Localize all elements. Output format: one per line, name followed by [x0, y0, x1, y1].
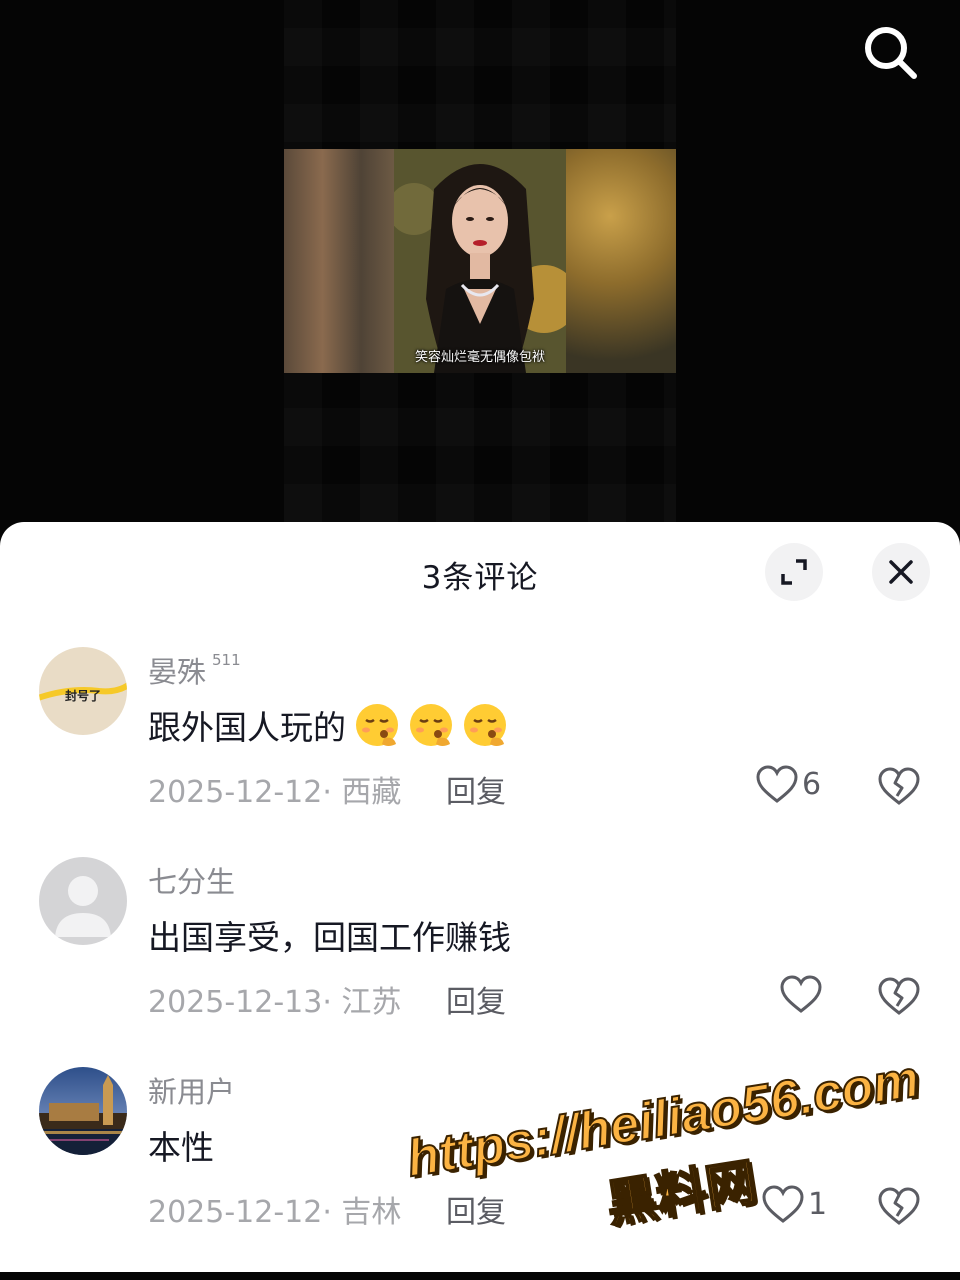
video-blur-left: [284, 149, 394, 373]
comment-text-body: 跟外国人玩的: [148, 708, 346, 747]
comment-username[interactable]: 七分生: [148, 859, 235, 901]
video-player[interactable]: 笑容灿烂毫无偶像包袱: [0, 0, 960, 522]
comment-username[interactable]: 晏殊 511: [148, 649, 241, 691]
video-blur-right: [566, 149, 676, 373]
reply-button[interactable]: 回复: [446, 767, 506, 811]
broken-heart-icon: [878, 977, 920, 1015]
kissing-face-emoji: [410, 704, 452, 746]
comment-sheet: 3条评论 封号了 晏殊511 跟外国人玩的 2025-12-12· 西藏 回复: [0, 522, 960, 1272]
comment-item: 新用户 本性 2025-12-12· 吉林 回复 1: [0, 1067, 960, 1267]
comment-item: 封号了 晏殊 511 跟外国人玩的 2025-12-12· 西藏 回复 6: [0, 647, 960, 847]
video-photo: [394, 149, 566, 373]
user-level: 511: [212, 651, 241, 669]
broken-heart-icon: [878, 767, 920, 805]
expand-button[interactable]: [765, 543, 823, 601]
avatar[interactable]: [39, 1067, 127, 1155]
dislike-button[interactable]: [876, 1183, 922, 1229]
kissing-face-emoji: [356, 704, 398, 746]
comment-meta: 2025-12-13· 江苏: [148, 985, 402, 1020]
comment-text: 出国享受，回国工作赚钱: [148, 918, 511, 957]
comment-meta: 2025-12-12· 吉林: [148, 1195, 402, 1230]
default-avatar-icon: [39, 857, 127, 945]
kissing-face-emoji: [464, 704, 506, 746]
dislike-button[interactable]: [876, 973, 922, 1019]
like-button[interactable]: 1: [760, 1181, 832, 1229]
avatar-label: 封号了: [64, 689, 101, 703]
close-icon: [889, 560, 913, 584]
close-button[interactable]: [872, 543, 930, 601]
comment-meta: 2025-12-12· 西藏: [148, 775, 402, 810]
comment-username[interactable]: 新用户: [148, 1069, 235, 1111]
heart-icon: [762, 1185, 804, 1223]
comment-text: 本性: [148, 1128, 214, 1167]
like-count: 6: [802, 767, 822, 802]
username-text: 晏殊: [148, 655, 207, 689]
heart-icon: [780, 975, 822, 1013]
comment-text: 跟外国人玩的: [148, 701, 508, 749]
search-button[interactable]: [858, 20, 922, 84]
like-button[interactable]: 6: [754, 761, 834, 809]
search-icon: [865, 27, 917, 79]
reply-button[interactable]: 回复: [446, 977, 506, 1021]
expand-icon: [781, 559, 807, 585]
reply-button[interactable]: 回复: [446, 1187, 506, 1231]
avatar[interactable]: [39, 857, 127, 945]
broken-heart-icon: [878, 1187, 920, 1225]
dislike-button[interactable]: [876, 763, 922, 809]
avatar[interactable]: 封号了: [39, 647, 127, 735]
video-caption: 笑容灿烂毫无偶像包袱: [414, 350, 545, 365]
heart-icon: [756, 765, 798, 803]
like-count: 1: [808, 1187, 828, 1222]
like-button[interactable]: [778, 971, 826, 1019]
city-night-avatar-icon: [39, 1067, 127, 1155]
video-frame: 笑容灿烂毫无偶像包袱: [284, 149, 676, 373]
comment-item: 七分生 出国享受，回国工作赚钱 2025-12-13· 江苏 回复: [0, 857, 960, 1057]
